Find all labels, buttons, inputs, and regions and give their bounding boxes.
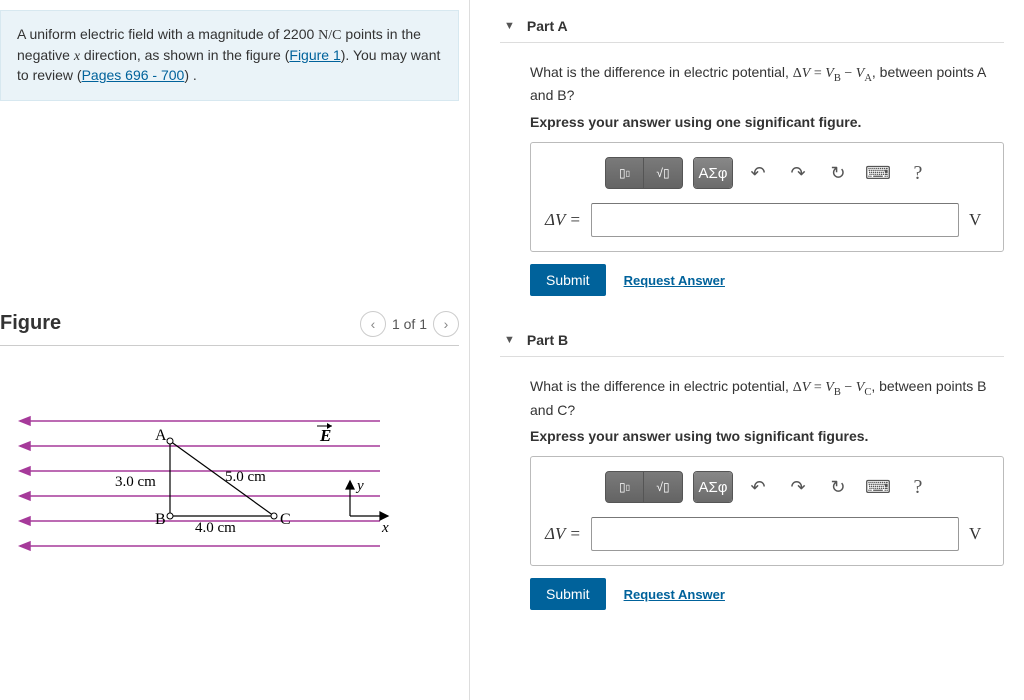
next-figure-button[interactable]: › <box>433 311 459 337</box>
problem-text: ) . <box>184 67 196 83</box>
part-b-equation: ΔV = VB − VC <box>793 380 872 395</box>
pages-link[interactable]: Pages 696 - 700 <box>82 67 185 83</box>
part-b-submit-button[interactable]: Submit <box>530 578 606 610</box>
part-a-title: Part A <box>527 18 568 34</box>
part-a-request-answer-link[interactable]: Request Answer <box>624 273 725 288</box>
figure-link[interactable]: Figure 1 <box>289 47 340 63</box>
problem-statement: A uniform electric field with a magnitud… <box>0 10 459 101</box>
greek-button[interactable]: ΑΣφ <box>694 158 732 188</box>
figure-pager: ‹ 1 of 1 › <box>360 311 459 337</box>
part-a-unit: V <box>969 210 989 230</box>
x-axis-label: x <box>381 520 389 536</box>
dim-ac: 5.0 cm <box>225 469 266 485</box>
dim-ab: 3.0 cm <box>115 474 156 490</box>
part-a-question: What is the difference in electric poten… <box>530 63 1004 106</box>
part-b-answer-input[interactable] <box>591 517 959 551</box>
part-b-request-answer-link[interactable]: Request Answer <box>624 587 725 602</box>
caret-down-icon: ▼ <box>504 20 515 32</box>
figure-diagram: A B C 3.0 cm 5.0 cm 4.0 cm E y x <box>0 406 459 569</box>
template-button[interactable]: ▯▯ <box>606 472 644 502</box>
part-a-header[interactable]: ▼ Part A <box>500 10 1004 43</box>
keyboard-button[interactable]: ⌨ <box>863 158 893 188</box>
undo-button[interactable]: ↶ <box>743 158 773 188</box>
dim-bc: 4.0 cm <box>195 520 236 536</box>
part-b-answer-box: ▯▯ √▯ ΑΣφ ↶ ↷ ↻ ⌨ ? ΔV = V <box>530 456 1004 566</box>
problem-text: A uniform electric field with a magnitud… <box>17 26 318 42</box>
part-b-answer-label: ΔV = <box>545 524 581 544</box>
e-vector-label: E <box>319 426 331 445</box>
part-b-unit: V <box>969 524 989 544</box>
redo-button[interactable]: ↷ <box>783 472 813 502</box>
caret-down-icon: ▼ <box>504 334 515 346</box>
problem-text: direction, as shown in the figure ( <box>80 47 289 63</box>
part-b-title: Part B <box>527 332 568 348</box>
redo-button[interactable]: ↷ <box>783 158 813 188</box>
part-a-submit-button[interactable]: Submit <box>530 264 606 296</box>
part-b-question: What is the difference in electric poten… <box>530 377 1004 420</box>
template-button[interactable]: ▯▯ <box>606 158 644 188</box>
keyboard-button[interactable]: ⌨ <box>863 472 893 502</box>
reset-button[interactable]: ↻ <box>823 158 853 188</box>
field-unit: N/C <box>318 28 341 43</box>
point-a-label: A <box>155 427 167 444</box>
figure-title: Figure <box>0 312 61 335</box>
point-c-label: C <box>280 511 291 528</box>
point-b-label: B <box>155 511 166 528</box>
fraction-button[interactable]: √▯ <box>644 158 682 188</box>
fraction-button[interactable]: √▯ <box>644 472 682 502</box>
part-a-answer-input[interactable] <box>591 203 959 237</box>
part-a-answer-box: ▯▯ √▯ ΑΣφ ↶ ↷ ↻ ⌨ ? ΔV = V <box>530 142 1004 252</box>
part-a-equation: ΔV = VB − VA <box>793 66 872 81</box>
prev-figure-button[interactable]: ‹ <box>360 311 386 337</box>
pager-label: 1 of 1 <box>392 316 427 332</box>
part-b-header[interactable]: ▼ Part B <box>500 324 1004 357</box>
part-a-instruction: Express your answer using one significan… <box>530 114 1004 130</box>
y-axis-label: y <box>355 478 364 494</box>
greek-button[interactable]: ΑΣφ <box>694 472 732 502</box>
help-button[interactable]: ? <box>903 472 933 502</box>
undo-button[interactable]: ↶ <box>743 472 773 502</box>
part-a-answer-label: ΔV = <box>545 210 581 230</box>
reset-button[interactable]: ↻ <box>823 472 853 502</box>
part-b-instruction: Express your answer using two significan… <box>530 428 1004 444</box>
help-button[interactable]: ? <box>903 158 933 188</box>
